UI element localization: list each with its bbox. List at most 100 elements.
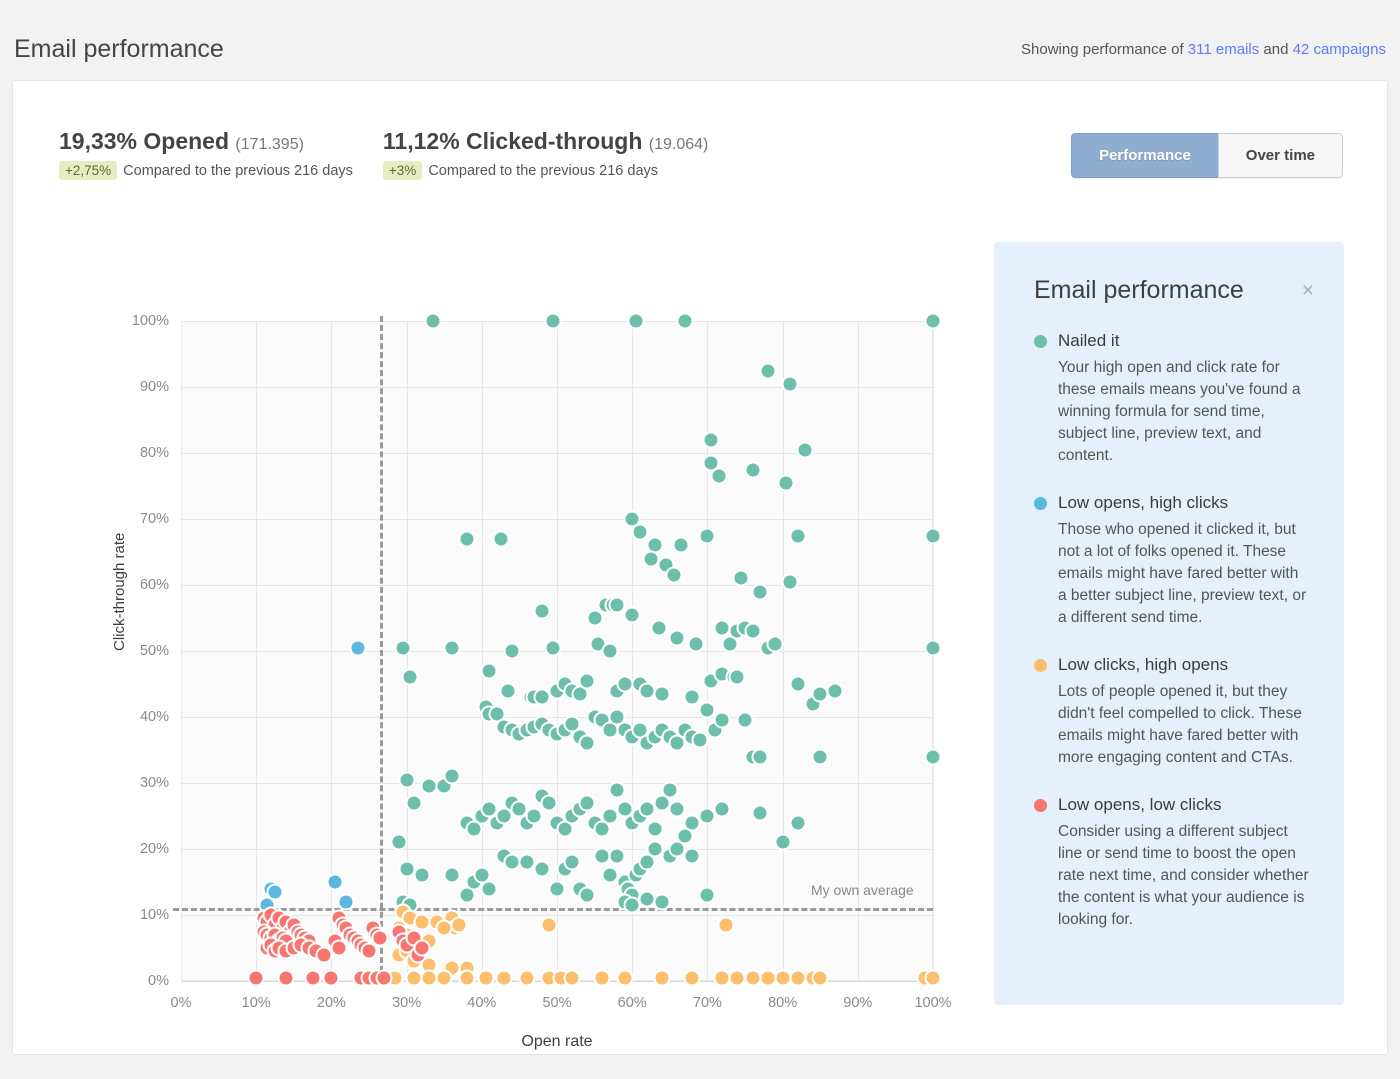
scatter-point[interactable]	[732, 569, 750, 587]
scatter-point[interactable]	[533, 602, 551, 620]
scatter-point[interactable]	[578, 886, 596, 904]
scatter-point[interactable]	[608, 781, 626, 799]
scatter-point[interactable]	[698, 886, 716, 904]
scatter-point[interactable]	[443, 767, 461, 785]
scatter-point[interactable]	[924, 639, 942, 657]
scatter-point[interactable]	[728, 668, 746, 686]
scatter-point[interactable]	[608, 847, 626, 865]
scatter-point[interactable]	[390, 833, 408, 851]
scatter-point[interactable]	[371, 929, 389, 947]
scatter-point[interactable]	[616, 969, 634, 987]
scatter-point[interactable]	[593, 969, 611, 987]
scatter-point[interactable]	[672, 536, 690, 554]
scatter-point[interactable]	[627, 312, 645, 330]
scatter-point[interactable]	[687, 635, 705, 653]
scatter-point[interactable]	[563, 853, 581, 871]
scatter-point[interactable]	[477, 969, 495, 987]
scatter-point[interactable]	[781, 375, 799, 393]
scatter-point[interactable]	[736, 711, 754, 729]
scatter-point[interactable]	[608, 596, 626, 614]
scatter-point[interactable]	[337, 893, 355, 911]
scatter-point[interactable]	[717, 916, 735, 934]
scatter-point[interactable]	[826, 682, 844, 700]
scatter-point[interactable]	[759, 362, 777, 379]
scatter-point[interactable]	[548, 880, 566, 898]
scatter-point[interactable]	[751, 748, 769, 766]
scatter-point[interactable]	[777, 474, 795, 492]
scatter-point[interactable]	[518, 969, 536, 987]
close-icon[interactable]: ×	[1302, 280, 1314, 301]
scatter-point[interactable]	[443, 866, 461, 884]
scatter-point[interactable]	[578, 794, 596, 812]
scatter-point[interactable]	[744, 461, 762, 478]
legend-item[interactable]: Low opens, high clicks Those who opened i…	[1034, 493, 1310, 629]
scatter-point[interactable]	[247, 969, 265, 987]
scatter-point[interactable]	[924, 312, 942, 330]
scatter-point[interactable]	[713, 800, 731, 818]
tab-performance[interactable]: Performance	[1071, 133, 1218, 178]
scatter-point[interactable]	[435, 969, 453, 987]
scatter-point[interactable]	[683, 688, 701, 706]
scatter-point[interactable]	[668, 629, 686, 647]
scatter-point[interactable]	[766, 635, 784, 653]
scatter-point[interactable]	[330, 939, 348, 957]
scatter-point[interactable]	[668, 800, 686, 818]
scatter-point[interactable]	[744, 622, 762, 640]
scatter-point[interactable]	[540, 794, 558, 812]
scatter-point[interactable]	[631, 523, 649, 541]
scatter-point[interactable]	[698, 701, 716, 719]
scatter-point[interactable]	[563, 969, 581, 987]
scatter-point[interactable]	[691, 731, 709, 749]
scatter-point[interactable]	[811, 969, 829, 987]
scatter-point[interactable]	[653, 969, 671, 987]
scatter-point[interactable]	[401, 668, 419, 686]
scatter-point[interactable]	[683, 847, 701, 865]
scatter-point[interactable]	[653, 893, 671, 911]
emails-link[interactable]: 311 emails	[1188, 41, 1259, 58]
scatter-point[interactable]	[394, 639, 412, 657]
scatter-point[interactable]	[492, 530, 510, 548]
scatter-point[interactable]	[375, 969, 393, 987]
scatter-point[interactable]	[586, 609, 604, 627]
scatter-point[interactable]	[665, 566, 683, 584]
scatter-point[interactable]	[789, 527, 807, 544]
scatter-point[interactable]	[676, 312, 694, 330]
scatter-point[interactable]	[443, 639, 461, 657]
scatter-point[interactable]	[499, 682, 517, 700]
scatter-point[interactable]	[751, 583, 769, 601]
scatter-point[interactable]	[698, 527, 716, 544]
scatter-point[interactable]	[503, 642, 521, 660]
scatter-point[interactable]	[525, 807, 543, 825]
scatter-point[interactable]	[653, 685, 671, 703]
campaigns-link[interactable]: 42 campaigns	[1293, 41, 1386, 58]
scatter-point[interactable]	[646, 820, 664, 838]
scatter-point[interactable]	[544, 639, 562, 657]
scatter-point[interactable]	[811, 748, 829, 766]
tab-over-time[interactable]: Over time	[1217, 133, 1343, 178]
scatter-point[interactable]	[349, 639, 367, 657]
scatter-point[interactable]	[781, 573, 799, 591]
scatter-point[interactable]	[480, 880, 498, 898]
scatter-point[interactable]	[540, 916, 558, 934]
scatter-point[interactable]	[533, 860, 551, 878]
scatter-point[interactable]	[458, 969, 476, 987]
scatter-point[interactable]	[405, 794, 423, 812]
legend-item[interactable]: Low clicks, high opens Lots of people ope…	[1034, 655, 1310, 769]
legend-item[interactable]: Low opens, low clicks Consider using a di…	[1034, 795, 1310, 931]
scatter-point[interactable]	[326, 873, 344, 891]
scatter-point[interactable]	[676, 827, 694, 845]
scatter-point[interactable]	[424, 312, 442, 330]
scatter-point[interactable]	[480, 662, 498, 680]
scatter-point[interactable]	[924, 969, 942, 987]
legend-item[interactable]: Nailed it Your high open and click rate f…	[1034, 331, 1310, 467]
scatter-point[interactable]	[413, 939, 431, 957]
scatter-point[interactable]	[713, 711, 731, 729]
scatter-point[interactable]	[601, 642, 619, 660]
plot-area[interactable]: 0% 10% 20% 30% 40% 50% 60% 70% 80% 90% 100% 0% 10% 20…	[132, 312, 952, 1011]
scatter-point[interactable]	[924, 748, 942, 766]
scatter-point[interactable]	[277, 969, 295, 987]
scatter-point[interactable]	[751, 804, 769, 822]
view-toggle[interactable]: Performance Over time	[1071, 133, 1343, 178]
scatter-point[interactable]	[413, 866, 431, 884]
scatter-point[interactable]	[789, 675, 807, 693]
